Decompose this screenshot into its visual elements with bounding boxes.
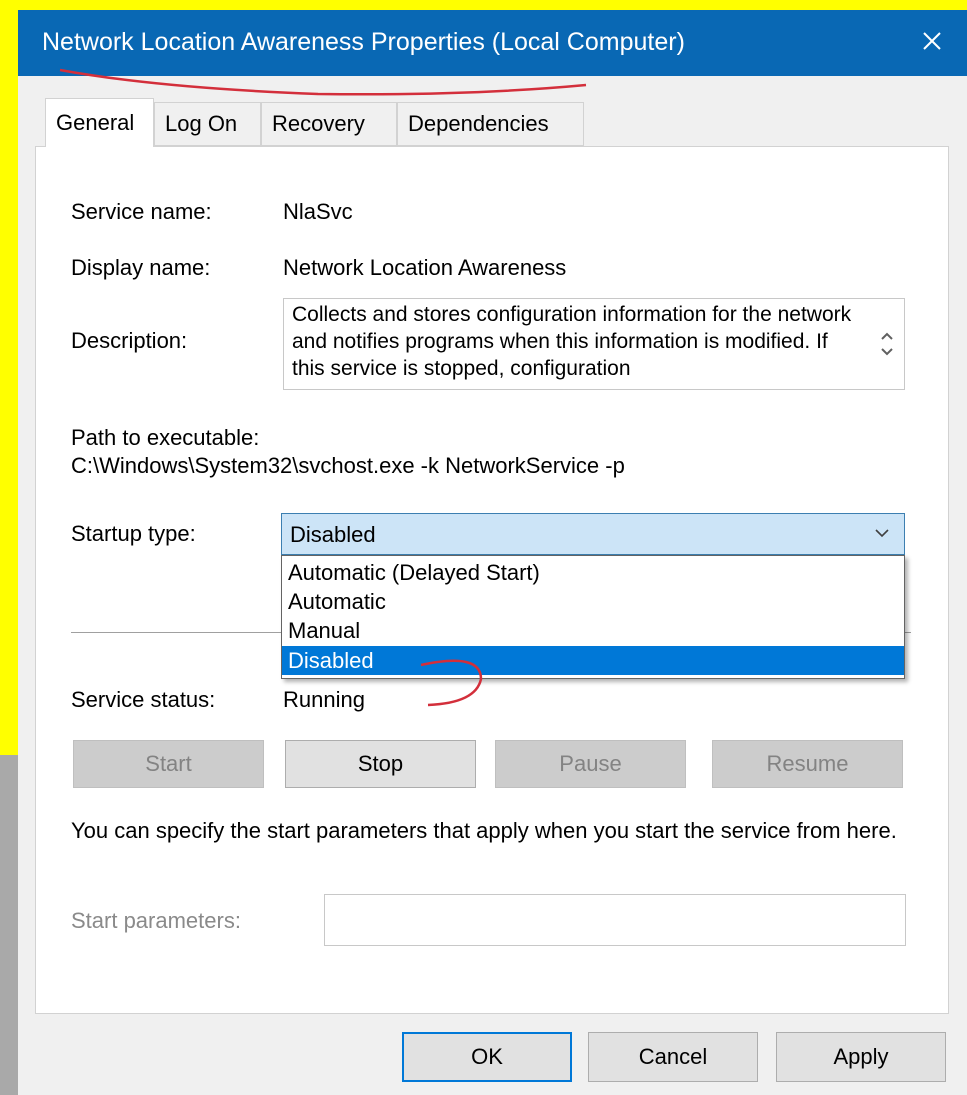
tab-dependencies-label: Dependencies (408, 111, 549, 136)
tab-log-on[interactable]: Log On (154, 102, 261, 146)
tab-general-label: General (56, 110, 135, 135)
tab-recovery[interactable]: Recovery (261, 102, 397, 146)
start-button[interactable]: Start (73, 740, 264, 788)
general-tab-panel: Service name: NlaSvc Display name: Netwo… (35, 146, 949, 1014)
service-name-value: NlaSvc (283, 199, 353, 224)
tab-general[interactable]: General (45, 98, 154, 147)
stop-button[interactable]: Stop (285, 740, 476, 788)
tab-recovery-label: Recovery (272, 111, 365, 136)
ok-button[interactable]: OK (402, 1032, 572, 1082)
start-params-input[interactable] (324, 894, 906, 946)
service-status-label: Service status: (71, 687, 216, 712)
apply-button[interactable]: Apply (776, 1032, 946, 1082)
path-value: C:\Windows\System32\svchost.exe -k Netwo… (71, 453, 625, 478)
resume-button[interactable]: Resume (712, 740, 903, 788)
startup-option-manual[interactable]: Manual (282, 616, 904, 645)
path-label: Path to executable: (71, 425, 260, 450)
service-name-label: Service name: (71, 199, 212, 224)
close-icon (923, 32, 941, 50)
display-name-value: Network Location Awareness (283, 255, 567, 280)
description-scrollbar[interactable] (870, 299, 904, 389)
startup-option-automatic[interactable]: Automatic (282, 587, 904, 616)
startup-option-disabled[interactable]: Disabled (282, 646, 904, 675)
scroll-up-icon[interactable] (880, 331, 894, 341)
startup-type-label: Startup type: (71, 521, 196, 546)
background-gray-block (0, 755, 20, 1095)
start-params-label: Start parameters: (71, 908, 241, 933)
title-bar[interactable]: Network Location Awareness Properties (L… (18, 10, 967, 76)
chevron-down-icon (875, 529, 889, 538)
tab-dependencies[interactable]: Dependencies (397, 102, 584, 146)
startup-type-select[interactable]: Disabled (281, 513, 905, 555)
description-text: Collects and stores configuration inform… (292, 303, 852, 380)
service-status-value: Running (283, 687, 365, 712)
tab-log-on-label: Log On (165, 111, 238, 136)
display-name-label: Display name: (71, 255, 211, 280)
window-title: Network Location Awareness Properties (L… (42, 28, 685, 56)
description-label: Description: (71, 328, 188, 353)
properties-dialog: Network Location Awareness Properties (L… (18, 10, 967, 1095)
startup-type-selected: Disabled (290, 522, 376, 547)
description-textbox[interactable]: Collects and stores configuration inform… (283, 298, 905, 390)
startup-type-dropdown-list: Automatic (Delayed Start) Automatic Manu… (281, 555, 905, 679)
startup-option-automatic-delayed[interactable]: Automatic (Delayed Start) (282, 558, 904, 587)
pause-button[interactable]: Pause (495, 740, 686, 788)
scroll-down-icon[interactable] (880, 347, 894, 357)
background-top-strip (0, 0, 967, 10)
close-button[interactable] (909, 18, 955, 64)
cancel-button[interactable]: Cancel (588, 1032, 758, 1082)
start-params-hint: You can specify the start parameters tha… (71, 818, 897, 843)
